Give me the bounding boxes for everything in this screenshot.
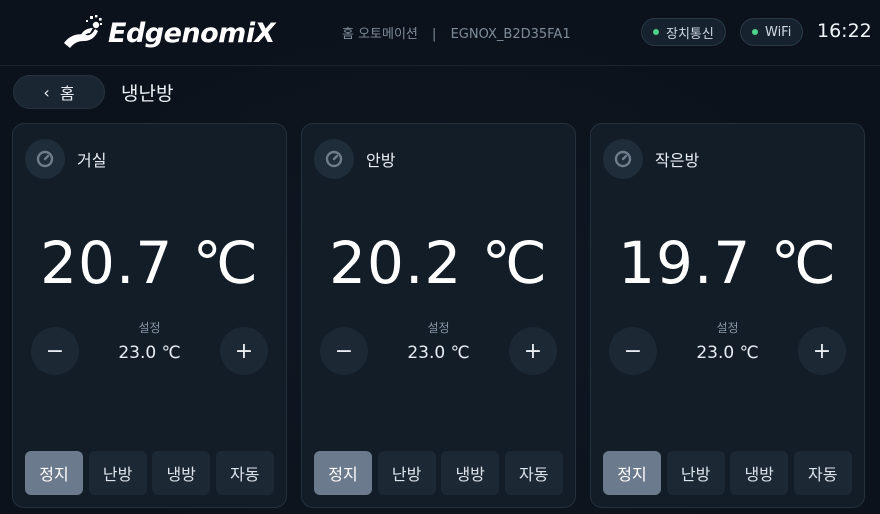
mode-stop-button[interactable]: 정지 <box>314 451 372 495</box>
mode-selector: 정지 난방 냉방 자동 <box>603 451 854 497</box>
back-button-label: 홈 <box>59 84 75 103</box>
mode-heat-button[interactable]: 난방 <box>377 451 436 495</box>
mode-selector: 정지 난방 냉방 자동 <box>25 451 276 497</box>
logo-text: EdgenomiX <box>108 17 275 49</box>
chevron-left-icon: ‹ <box>43 82 50 102</box>
mode-auto-button[interactable]: 자동 <box>504 451 563 495</box>
card-header: 작은방 <box>603 139 699 179</box>
current-temperature: 20.2 ℃ <box>329 229 548 297</box>
increase-temp-button[interactable]: + <box>220 327 268 375</box>
mode-selector: 정지 난방 냉방 자동 <box>314 451 565 497</box>
header: EdgenomiX 홈 오토메이션 | EGNOX_B2D35FA1 장치통신 … <box>0 0 880 66</box>
mode-cool-button[interactable]: 냉방 <box>152 451 211 495</box>
brand-logo: EdgenomiX <box>60 12 275 54</box>
header-breadcrumb: 홈 오토메이션 <box>342 27 418 42</box>
current-temperature: 19.7 ℃ <box>618 229 837 297</box>
wifi-status-badge: WiFi <box>740 18 804 46</box>
thermostat-icon <box>25 139 65 179</box>
room-name: 안방 <box>366 151 396 170</box>
back-button[interactable]: ‹ 홈 <box>13 75 105 109</box>
mode-heat-button[interactable]: 난방 <box>88 451 147 495</box>
status-dot-icon <box>752 29 758 35</box>
room-name: 거실 <box>77 151 107 170</box>
clock: 16:22 <box>817 20 872 42</box>
runner-logo-icon <box>64 15 102 48</box>
mode-auto-button[interactable]: 자동 <box>215 451 274 495</box>
increase-temp-button[interactable]: + <box>509 327 557 375</box>
card-header: 거실 <box>25 139 106 179</box>
room-card-small: 작은방 19.7 ℃ − 설정 23.0 ℃ + 정지 난방 냉방 자동 <box>590 123 865 508</box>
device-status-badge: 장치통신 <box>641 18 726 46</box>
mode-stop-button[interactable]: 정지 <box>25 451 83 495</box>
header-separator: | <box>432 27 437 42</box>
mode-auto-button[interactable]: 자동 <box>793 451 852 495</box>
mode-cool-button[interactable]: 냉방 <box>730 451 789 495</box>
current-temperature: 20.7 ℃ <box>40 229 259 297</box>
header-info: 홈 오토메이션 | EGNOX_B2D35FA1 <box>342 23 571 42</box>
thermostat-icon <box>603 139 643 179</box>
increase-temp-button[interactable]: + <box>798 327 846 375</box>
device-id: EGNOX_B2D35FA1 <box>450 27 571 42</box>
mode-cool-button[interactable]: 냉방 <box>441 451 500 495</box>
card-header: 안방 <box>314 139 395 179</box>
thermostat-icon <box>314 139 354 179</box>
mode-stop-button[interactable]: 정지 <box>603 451 661 495</box>
status-dot-icon <box>653 29 659 35</box>
device-status-label: 장치통신 <box>666 26 714 42</box>
room-name: 작은방 <box>655 151 700 170</box>
mode-heat-button[interactable]: 난방 <box>666 451 725 495</box>
room-card-master: 안방 20.2 ℃ − 설정 23.0 ℃ + 정지 난방 냉방 자동 <box>301 123 576 508</box>
app-root: EdgenomiX 홈 오토메이션 | EGNOX_B2D35FA1 장치통신 … <box>0 0 880 514</box>
wifi-status-label: WiFi <box>765 24 792 40</box>
page-title: 냉난방 <box>121 83 174 105</box>
room-card-living: 거실 20.7 ℃ − 설정 23.0 ℃ + 정지 난방 냉방 자동 <box>12 123 287 508</box>
